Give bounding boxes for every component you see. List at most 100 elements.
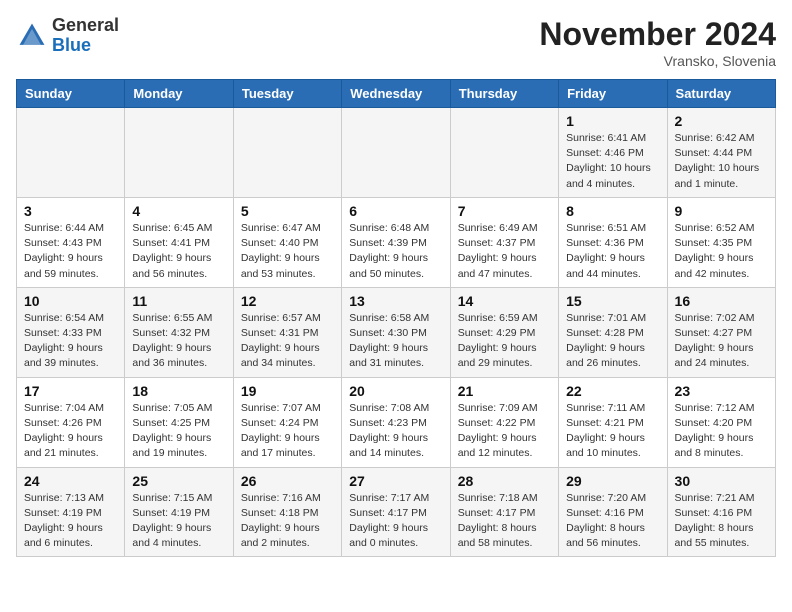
day-number: 20 (349, 383, 442, 399)
day-info: Sunrise: 6:45 AM Sunset: 4:41 PM Dayligh… (132, 221, 225, 282)
calendar-cell: 13 Sunrise: 6:58 AM Sunset: 4:30 PM Dayli… (342, 287, 450, 377)
day-number: 18 (132, 383, 225, 399)
day-info: Sunrise: 6:51 AM Sunset: 4:36 PM Dayligh… (566, 221, 659, 282)
day-info: Sunrise: 7:18 AM Sunset: 4:17 PM Dayligh… (458, 491, 551, 552)
calendar-cell: 15 Sunrise: 7:01 AM Sunset: 4:28 PM Dayli… (559, 287, 667, 377)
day-number: 29 (566, 473, 659, 489)
logo-icon (16, 20, 48, 52)
header-row: SundayMondayTuesdayWednesdayThursdayFrid… (17, 80, 776, 108)
day-number: 25 (132, 473, 225, 489)
day-info: Sunrise: 6:42 AM Sunset: 4:44 PM Dayligh… (675, 131, 768, 192)
month-title: November 2024 (539, 16, 776, 53)
calendar-body: 1 Sunrise: 6:41 AM Sunset: 4:46 PM Daylig… (17, 108, 776, 557)
calendar-cell: 30Sunrise: 7:21 AM Sunset: 4:16 PM Dayli… (667, 467, 775, 557)
header-cell-tuesday: Tuesday (233, 80, 341, 108)
calendar-cell: 4 Sunrise: 6:45 AM Sunset: 4:41 PM Daylig… (125, 197, 233, 287)
calendar-header: SundayMondayTuesdayWednesdayThursdayFrid… (17, 80, 776, 108)
day-number: 3 (24, 203, 117, 219)
day-info: Sunrise: 7:05 AM Sunset: 4:25 PM Dayligh… (132, 401, 225, 462)
day-number: 8 (566, 203, 659, 219)
calendar-cell (125, 108, 233, 198)
day-info: Sunrise: 7:15 AM Sunset: 4:19 PM Dayligh… (132, 491, 225, 552)
calendar-cell: 1 Sunrise: 6:41 AM Sunset: 4:46 PM Daylig… (559, 108, 667, 198)
day-number: 5 (241, 203, 334, 219)
calendar-cell: 19Sunrise: 7:07 AM Sunset: 4:24 PM Dayli… (233, 377, 341, 467)
day-info: Sunrise: 6:57 AM Sunset: 4:31 PM Dayligh… (241, 311, 334, 372)
day-info: Sunrise: 7:16 AM Sunset: 4:18 PM Dayligh… (241, 491, 334, 552)
day-info: Sunrise: 7:02 AM Sunset: 4:27 PM Dayligh… (675, 311, 768, 372)
calendar-cell: 22 Sunrise: 7:11 AM Sunset: 4:21 PM Dayli… (559, 377, 667, 467)
day-info: Sunrise: 6:47 AM Sunset: 4:40 PM Dayligh… (241, 221, 334, 282)
calendar-week-row: 3 Sunrise: 6:44 AM Sunset: 4:43 PM Daylig… (17, 197, 776, 287)
calendar-week-row: 10Sunrise: 6:54 AM Sunset: 4:33 PM Dayli… (17, 287, 776, 377)
header-cell-monday: Monday (125, 80, 233, 108)
day-number: 7 (458, 203, 551, 219)
day-number: 26 (241, 473, 334, 489)
day-number: 4 (132, 203, 225, 219)
day-number: 28 (458, 473, 551, 489)
day-info: Sunrise: 6:48 AM Sunset: 4:39 PM Dayligh… (349, 221, 442, 282)
day-info: Sunrise: 7:13 AM Sunset: 4:19 PM Dayligh… (24, 491, 117, 552)
calendar-week-row: 24 Sunrise: 7:13 AM Sunset: 4:19 PM Dayli… (17, 467, 776, 557)
header-cell-saturday: Saturday (667, 80, 775, 108)
day-info: Sunrise: 7:11 AM Sunset: 4:21 PM Dayligh… (566, 401, 659, 462)
day-number: 13 (349, 293, 442, 309)
day-number: 21 (458, 383, 551, 399)
calendar-cell (342, 108, 450, 198)
calendar-cell: 20 Sunrise: 7:08 AM Sunset: 4:23 PM Dayli… (342, 377, 450, 467)
day-number: 16 (675, 293, 768, 309)
header-cell-thursday: Thursday (450, 80, 558, 108)
day-number: 6 (349, 203, 442, 219)
calendar-cell: 16 Sunrise: 7:02 AM Sunset: 4:27 PM Dayli… (667, 287, 775, 377)
day-info: Sunrise: 7:01 AM Sunset: 4:28 PM Dayligh… (566, 311, 659, 372)
header-cell-sunday: Sunday (17, 80, 125, 108)
calendar-cell: 14Sunrise: 6:59 AM Sunset: 4:29 PM Dayli… (450, 287, 558, 377)
day-number: 17 (24, 383, 117, 399)
calendar-cell: 3 Sunrise: 6:44 AM Sunset: 4:43 PM Daylig… (17, 197, 125, 287)
header-cell-wednesday: Wednesday (342, 80, 450, 108)
calendar-cell: 10Sunrise: 6:54 AM Sunset: 4:33 PM Dayli… (17, 287, 125, 377)
day-number: 27 (349, 473, 442, 489)
calendar-cell: 25 Sunrise: 7:15 AM Sunset: 4:19 PM Dayli… (125, 467, 233, 557)
calendar-cell: 28 Sunrise: 7:18 AM Sunset: 4:17 PM Dayli… (450, 467, 558, 557)
calendar-table: SundayMondayTuesdayWednesdayThursdayFrid… (16, 79, 776, 557)
day-number: 12 (241, 293, 334, 309)
calendar-cell: 23 Sunrise: 7:12 AM Sunset: 4:20 PM Dayli… (667, 377, 775, 467)
day-info: Sunrise: 6:52 AM Sunset: 4:35 PM Dayligh… (675, 221, 768, 282)
calendar-cell: 5 Sunrise: 6:47 AM Sunset: 4:40 PM Daylig… (233, 197, 341, 287)
day-info: Sunrise: 7:04 AM Sunset: 4:26 PM Dayligh… (24, 401, 117, 462)
day-info: Sunrise: 6:58 AM Sunset: 4:30 PM Dayligh… (349, 311, 442, 372)
title-block: November 2024 Vransko, Slovenia (539, 16, 776, 69)
calendar-cell: 12 Sunrise: 6:57 AM Sunset: 4:31 PM Dayli… (233, 287, 341, 377)
calendar-cell: 7Sunrise: 6:49 AM Sunset: 4:37 PM Daylig… (450, 197, 558, 287)
day-info: Sunrise: 7:08 AM Sunset: 4:23 PM Dayligh… (349, 401, 442, 462)
calendar-cell: 21Sunrise: 7:09 AM Sunset: 4:22 PM Dayli… (450, 377, 558, 467)
day-info: Sunrise: 7:12 AM Sunset: 4:20 PM Dayligh… (675, 401, 768, 462)
logo: General Blue (16, 16, 119, 56)
day-number: 30 (675, 473, 768, 489)
day-number: 15 (566, 293, 659, 309)
day-number: 24 (24, 473, 117, 489)
calendar-cell: 29Sunrise: 7:20 AM Sunset: 4:16 PM Dayli… (559, 467, 667, 557)
day-number: 1 (566, 113, 659, 129)
day-number: 19 (241, 383, 334, 399)
day-number: 23 (675, 383, 768, 399)
calendar-cell: 9 Sunrise: 6:52 AM Sunset: 4:35 PM Daylig… (667, 197, 775, 287)
header-cell-friday: Friday (559, 80, 667, 108)
calendar-cell: 11Sunrise: 6:55 AM Sunset: 4:32 PM Dayli… (125, 287, 233, 377)
day-number: 2 (675, 113, 768, 129)
calendar-cell (17, 108, 125, 198)
day-info: Sunrise: 6:44 AM Sunset: 4:43 PM Dayligh… (24, 221, 117, 282)
calendar-cell: 8 Sunrise: 6:51 AM Sunset: 4:36 PM Daylig… (559, 197, 667, 287)
day-info: Sunrise: 6:41 AM Sunset: 4:46 PM Dayligh… (566, 131, 659, 192)
logo-text: General Blue (52, 16, 119, 56)
calendar-week-row: 1 Sunrise: 6:41 AM Sunset: 4:46 PM Daylig… (17, 108, 776, 198)
day-number: 14 (458, 293, 551, 309)
page-header: General Blue November 2024 Vransko, Slov… (16, 16, 776, 69)
day-number: 22 (566, 383, 659, 399)
day-number: 9 (675, 203, 768, 219)
calendar-cell: 6 Sunrise: 6:48 AM Sunset: 4:39 PM Daylig… (342, 197, 450, 287)
calendar-cell: 24 Sunrise: 7:13 AM Sunset: 4:19 PM Dayli… (17, 467, 125, 557)
day-info: Sunrise: 7:17 AM Sunset: 4:17 PM Dayligh… (349, 491, 442, 552)
calendar-cell: 2 Sunrise: 6:42 AM Sunset: 4:44 PM Daylig… (667, 108, 775, 198)
